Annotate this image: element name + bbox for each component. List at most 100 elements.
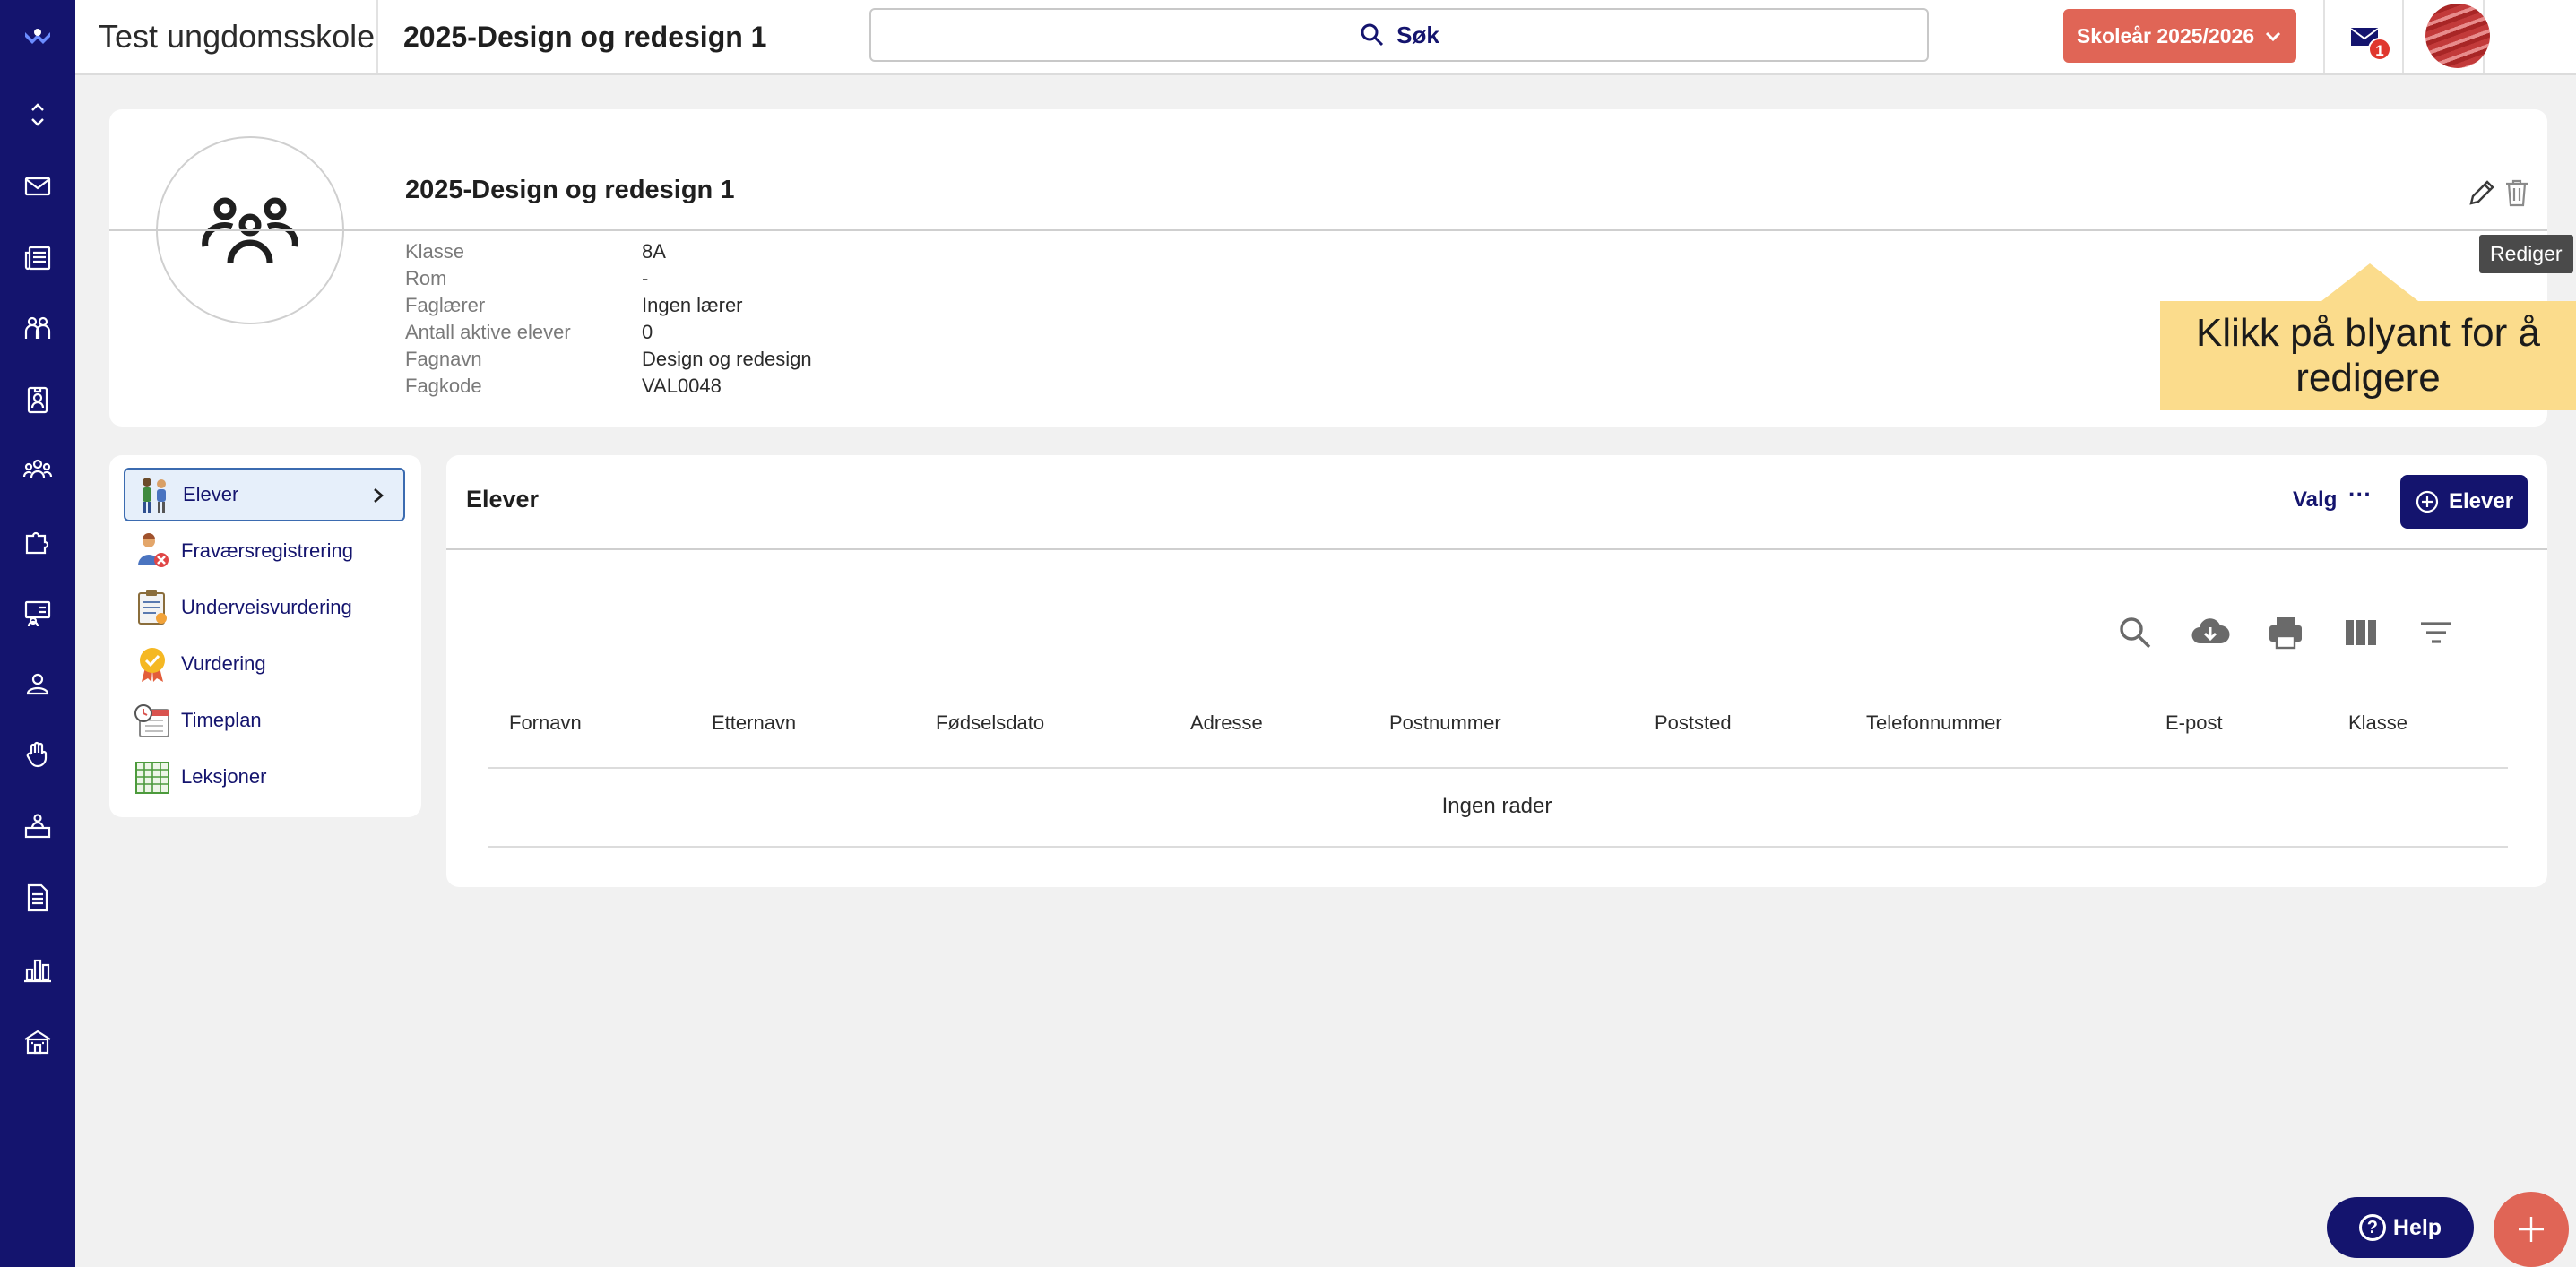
school-year-dropdown[interactable]: Skoleår 2025/2026	[2063, 9, 2296, 63]
column-header[interactable]: Etternavn	[712, 711, 796, 735]
columns-icon[interactable]	[2341, 613, 2381, 652]
column-header[interactable]: Fornavn	[509, 711, 582, 735]
detail-key: Fagkode	[405, 375, 482, 397]
app-logo-icon[interactable]	[0, 9, 75, 63]
detail-value: 8A	[642, 240, 666, 263]
left-navigation-rail	[0, 0, 75, 1267]
person-nav-icon[interactable]	[0, 658, 75, 711]
detail-row-active-students: Antall aktive elever 0	[405, 319, 943, 346]
panel-title: Elever	[466, 486, 540, 513]
menu-item-label: Timeplan	[181, 709, 262, 731]
divider	[446, 548, 2547, 550]
detail-key: Antall aktive elever	[405, 321, 571, 343]
more-options-icon[interactable]: ···	[2348, 480, 2372, 508]
groups-nav-icon[interactable]	[0, 301, 75, 355]
divider	[488, 767, 2508, 769]
detail-value: Ingen lærer	[642, 294, 743, 316]
cloud-download-icon[interactable]	[2191, 613, 2230, 652]
menu-item-leksjoner[interactable]: Leksjoner	[124, 750, 405, 804]
menu-item-timeplan[interactable]: Timeplan	[124, 694, 405, 747]
detail-key: Faglærer	[405, 294, 486, 316]
add-students-button[interactable]: Elever	[2400, 475, 2528, 529]
filter-icon[interactable]	[2416, 613, 2456, 652]
search-box[interactable]: Søk	[869, 8, 1929, 62]
column-header[interactable]: E-post	[2165, 711, 2223, 735]
students-icon	[143, 478, 166, 513]
id-badge-nav-icon[interactable]	[0, 373, 75, 427]
column-header[interactable]: Telefonnummer	[1866, 711, 2002, 735]
divider	[376, 0, 378, 73]
detail-row-faglaerer: Faglærer Ingen lærer	[405, 292, 943, 319]
desk-nav-icon[interactable]	[0, 799, 75, 853]
help-label: Help	[2392, 1214, 2442, 1240]
school-year-label: Skoleår 2025/2026	[2076, 23, 2255, 47]
card-title: 2025-Design og redesign 1	[405, 176, 735, 204]
empty-table-message: Ingen rader	[1441, 794, 1552, 818]
menu-item-label: Leksjoner	[181, 765, 267, 788]
add-students-label: Elever	[2448, 489, 2514, 513]
question-icon: ?	[2358, 1214, 2386, 1241]
menu-item-fravaersregistrering[interactable]: Fraværsregistrering	[124, 524, 405, 578]
detail-row-rom: Rom -	[405, 265, 943, 292]
news-nav-icon[interactable]	[0, 231, 75, 285]
classroom-nav-icon[interactable]	[0, 586, 75, 640]
expand-collapse-icon[interactable]	[0, 88, 75, 142]
column-header[interactable]: Klasse	[2348, 711, 2407, 735]
team-nav-icon[interactable]	[0, 443, 75, 496]
chevron-down-icon	[2266, 31, 2281, 42]
detail-row-klasse: Klasse 8A	[405, 238, 943, 265]
menu-item-underveisvurdering[interactable]: Underveisvurdering	[124, 581, 405, 634]
menu-item-label: Vurdering	[181, 652, 266, 675]
clipboard-icon	[138, 590, 167, 625]
menu-item-vurdering[interactable]: Vurdering	[124, 637, 405, 691]
menu-item-label: Underveisvurdering	[181, 596, 352, 618]
detail-key: Klasse	[405, 240, 465, 263]
column-header[interactable]: Adresse	[1190, 711, 1263, 735]
detail-row-fagkode: Fagkode VAL0048	[405, 373, 943, 400]
detail-value: -	[642, 267, 649, 289]
menu-item-elever[interactable]: Elever	[124, 468, 405, 521]
trash-icon[interactable]	[2503, 177, 2531, 208]
help-button[interactable]: ? Help	[2327, 1197, 2474, 1258]
grid-icon	[135, 762, 169, 794]
statistics-nav-icon[interactable]	[0, 943, 75, 996]
top-bar: Test ungdomsskole 2025-Design og redesig…	[75, 0, 2576, 75]
school-nav-icon[interactable]	[0, 1014, 75, 1068]
document-nav-icon[interactable]	[0, 871, 75, 925]
chevron-right-icon	[374, 488, 384, 503]
detail-key: Rom	[405, 267, 447, 289]
hand-nav-icon[interactable]	[0, 728, 75, 781]
mail-nav-icon[interactable]	[0, 159, 75, 213]
search-label: Søk	[1396, 21, 1439, 48]
mail-button[interactable]: 1	[2325, 0, 2404, 73]
callout-pointer	[2321, 263, 2418, 301]
divider	[488, 846, 2508, 848]
course-title: 2025-Design og redesign 1	[403, 21, 767, 53]
user-avatar[interactable]	[2425, 4, 2490, 68]
divider	[109, 229, 2547, 231]
menu-item-label: Elever	[183, 483, 239, 505]
column-header[interactable]: Fødselsdato	[936, 711, 1044, 735]
add-floating-button[interactable]	[2494, 1192, 2569, 1267]
medal-icon	[140, 648, 165, 682]
detail-value: 0	[642, 321, 653, 343]
detail-value: Design og redesign	[642, 348, 812, 370]
pencil-icon[interactable]	[2467, 177, 2497, 208]
plus-icon	[2519, 1217, 2544, 1242]
school-name[interactable]: Test ungdomsskole	[99, 0, 375, 73]
valg-button[interactable]: Valg	[2293, 487, 2337, 513]
mail-count-badge: 1	[2368, 38, 2391, 61]
print-icon[interactable]	[2266, 613, 2305, 652]
absence-icon	[138, 533, 169, 567]
plus-circle-icon	[2416, 490, 2439, 513]
detail-key: Fagnavn	[405, 348, 482, 370]
hint-callout: Klikk på blyant for å redigere	[2160, 301, 2576, 410]
puzzle-nav-icon[interactable]	[0, 514, 75, 568]
menu-item-label: Fraværsregistrering	[181, 539, 353, 562]
detail-row-fagnavn: Fagnavn Design og redesign	[405, 346, 943, 373]
column-header[interactable]: Postnummer	[1389, 711, 1501, 735]
table-search-icon[interactable]	[2115, 613, 2155, 652]
edit-tooltip: Rediger	[2479, 235, 2573, 273]
students-panel: Elever Valg ··· Elever Fornavn Etternavn…	[446, 455, 2547, 887]
column-header[interactable]: Poststed	[1655, 711, 1732, 735]
